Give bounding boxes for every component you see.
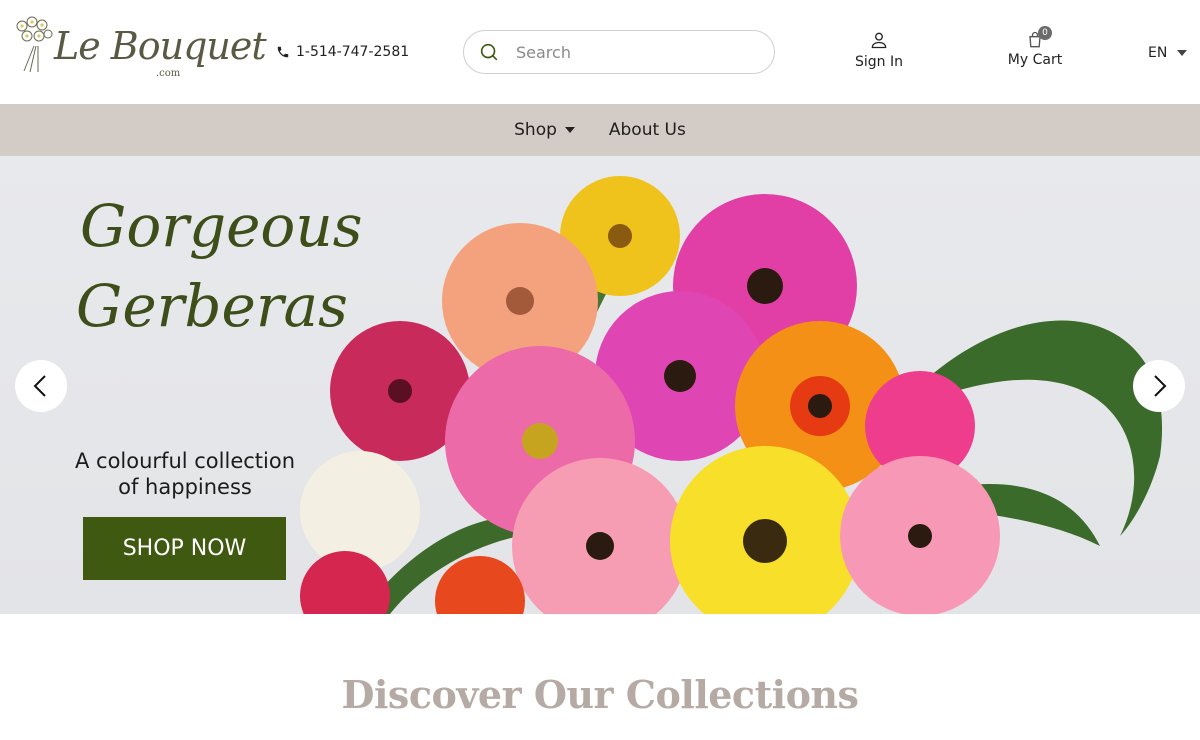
search-bar[interactable] — [463, 30, 775, 74]
collections-heading: Discover Our Collections — [341, 672, 859, 717]
bouquet-logo-icon — [16, 16, 53, 73]
caret-down-icon — [1177, 50, 1188, 56]
site-header: Le Bouquet .com 1-514-747-2581 Sign In 0… — [0, 0, 1200, 104]
chevron-left-icon — [33, 375, 46, 397]
cart-button[interactable]: 0 My Cart — [1000, 26, 1070, 68]
hero-title-line1: Gorgeous — [80, 192, 363, 260]
site-logo[interactable]: Le Bouquet .com — [14, 16, 267, 88]
logo-text: Le Bouquet — [54, 24, 267, 68]
hero-title: Gorgeous Gerberas — [76, 186, 363, 346]
sign-in-label: Sign In — [855, 54, 903, 70]
hero-subtitle-line1: A colourful collection — [74, 449, 296, 473]
shop-now-button[interactable]: SHOP NOW — [83, 517, 286, 580]
chevron-right-icon — [1154, 375, 1167, 397]
user-icon — [871, 32, 887, 49]
cart-count-badge: 0 — [1038, 26, 1052, 40]
carousel-prev-button[interactable] — [15, 360, 67, 412]
sign-in-button[interactable]: Sign In — [840, 30, 918, 70]
caret-down-icon — [564, 127, 575, 133]
phone-icon — [277, 46, 289, 58]
phone-link[interactable]: 1-514-747-2581 — [276, 44, 409, 60]
cart-label: My Cart — [1007, 52, 1063, 68]
main-nav: Shop About Us — [0, 104, 1200, 156]
carousel-next-button[interactable] — [1133, 360, 1185, 412]
language-label: EN — [1148, 45, 1168, 61]
nav-item-shop[interactable]: Shop — [514, 120, 575, 140]
phone-number: 1-514-747-2581 — [296, 44, 410, 60]
hero-subtitle-line2: of happiness — [118, 475, 252, 499]
search-icon[interactable] — [478, 41, 500, 63]
language-selector[interactable]: EN — [1148, 45, 1188, 61]
search-input[interactable] — [514, 41, 758, 63]
nav-item-label: About Us — [608, 120, 686, 140]
hero-carousel: Gorgeous Gerberas A colourful collection… — [0, 156, 1200, 614]
nav-item-label: Shop — [514, 120, 557, 140]
logo-domain: .com — [156, 68, 181, 79]
hero-subtitle: A colourful collection of happiness — [60, 448, 310, 500]
hero-title-line2: Gerberas — [76, 272, 348, 340]
nav-item-about-us[interactable]: About Us — [609, 120, 686, 140]
